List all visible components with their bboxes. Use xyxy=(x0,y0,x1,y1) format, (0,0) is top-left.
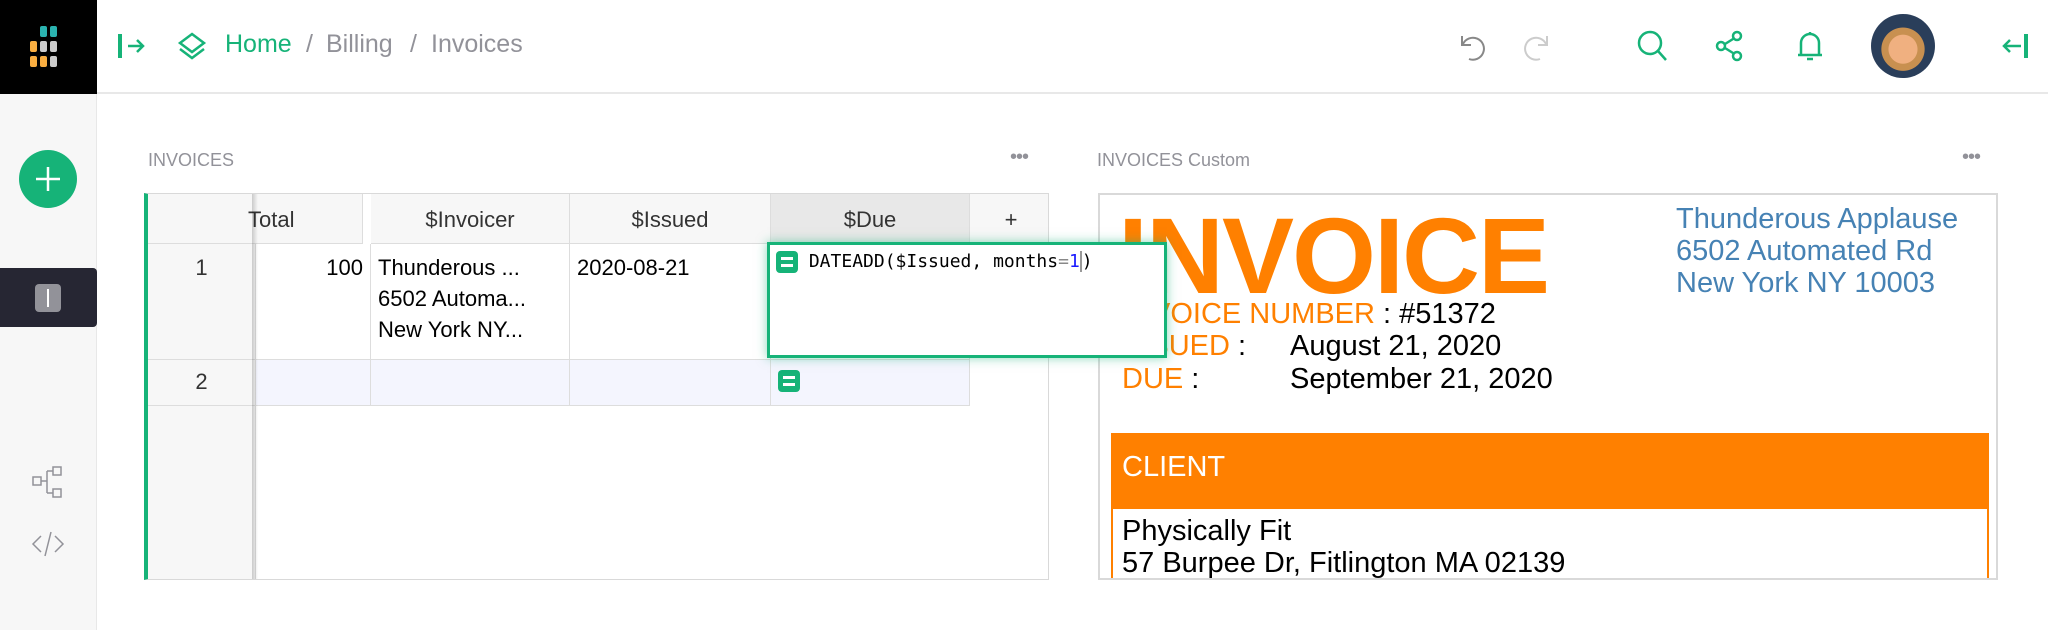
redo-icon[interactable] xyxy=(1519,28,1555,64)
formula-number: 1 xyxy=(1068,251,1080,272)
column-header-issued[interactable]: $Issued xyxy=(570,194,771,244)
panel-collapse-icon[interactable] xyxy=(1997,28,2033,64)
sidebar-item-page[interactable] xyxy=(0,268,97,327)
corner-cell[interactable] xyxy=(148,194,256,244)
code-view-icon[interactable] xyxy=(30,526,66,562)
undo-icon[interactable] xyxy=(1454,28,1490,64)
formula-editor[interactable]: DATEADD($Issued, months=1) xyxy=(767,242,1167,358)
cell-total[interactable] xyxy=(256,360,371,406)
add-column-button[interactable]: + xyxy=(970,194,1048,244)
address-line: New York NY 10003 xyxy=(1676,267,1936,299)
app-logo[interactable] xyxy=(0,0,97,94)
cell-total[interactable]: 100 xyxy=(256,244,371,360)
formula-icon xyxy=(776,251,798,273)
formula-text: DATEADD($Issued, months xyxy=(808,251,1059,272)
formula-icon xyxy=(778,370,800,393)
client-address: 57 Burpee Dr, Fitlington MA 02139 xyxy=(1122,547,1566,579)
column-header-invoicer[interactable]: $Invoicer xyxy=(371,194,570,244)
section-menu-button[interactable]: ••• xyxy=(1962,146,1981,169)
address-line: 6502 Automated Rd xyxy=(1676,235,1933,267)
invoice-custom-widget: INVOICE Thunderous Applause 6502 Automat… xyxy=(1098,193,1998,580)
share-icon[interactable] xyxy=(1712,28,1748,64)
column-header-total[interactable]: Total xyxy=(248,194,363,244)
bell-icon[interactable] xyxy=(1792,28,1828,64)
cell-issued[interactable] xyxy=(570,360,771,406)
section-menu-button[interactable]: ••• xyxy=(1010,146,1029,169)
invoicer-address: Thunderous Applause 6502 Automated Rd Ne… xyxy=(1676,203,1958,299)
row-number[interactable]: 1 xyxy=(148,244,256,360)
formula-operator: = xyxy=(1058,251,1069,272)
colon: : xyxy=(1191,363,1200,395)
client-name: Physically Fit xyxy=(1122,515,1292,547)
user-avatar[interactable] xyxy=(1871,14,1935,78)
due-label: DUE xyxy=(1122,363,1184,395)
issued-value: August 21, 2020 xyxy=(1290,330,1502,362)
cell-invoicer[interactable] xyxy=(371,360,570,406)
invoicer-line: 6502 Automa... xyxy=(378,286,526,311)
invoicer-line: Thunderous ... xyxy=(378,255,520,280)
invoicer-line: New York NY... xyxy=(378,317,524,342)
formula-close-paren: ) xyxy=(1079,251,1093,272)
cell-issued[interactable]: 2020-08-21 xyxy=(570,244,771,360)
breadcrumb-billing[interactable]: Billing xyxy=(326,30,393,59)
widget-tree-icon[interactable] xyxy=(30,464,66,500)
colon: : xyxy=(1238,330,1247,362)
frozen-column-shadow xyxy=(252,194,258,579)
due-value: September 21, 2020 xyxy=(1290,363,1553,395)
client-header: CLIENT xyxy=(1111,433,1989,509)
column-header-due[interactable]: $Due xyxy=(771,194,970,244)
panel-open-icon[interactable] xyxy=(114,28,150,64)
plus-icon xyxy=(36,167,60,191)
cell-due[interactable] xyxy=(771,360,970,406)
breadcrumb-invoices[interactable]: Invoices xyxy=(431,30,523,59)
address-line: Thunderous Applause xyxy=(1676,203,1959,235)
grist-logo-icon xyxy=(30,26,57,67)
breadcrumb-separator: / xyxy=(306,30,313,58)
cell-invoicer[interactable]: Thunderous ... 6502 Automa... New York N… xyxy=(371,244,570,360)
add-new-button[interactable] xyxy=(19,150,77,208)
invoice-number-value: : #51372 xyxy=(1383,298,1496,330)
row-number-column xyxy=(148,406,256,579)
page-icon xyxy=(35,284,61,312)
breadcrumb-separator: / xyxy=(410,30,417,58)
breadcrumb-home[interactable]: Home xyxy=(225,30,292,59)
section-title: INVOICES xyxy=(148,150,235,170)
section-title: INVOICES Custom xyxy=(1097,150,1251,170)
search-icon[interactable] xyxy=(1634,28,1670,64)
layers-icon xyxy=(177,32,207,60)
client-details: Physically Fit 57 Burpee Dr, Fitlington … xyxy=(1111,509,1989,579)
row-number[interactable]: 2 xyxy=(148,360,256,406)
